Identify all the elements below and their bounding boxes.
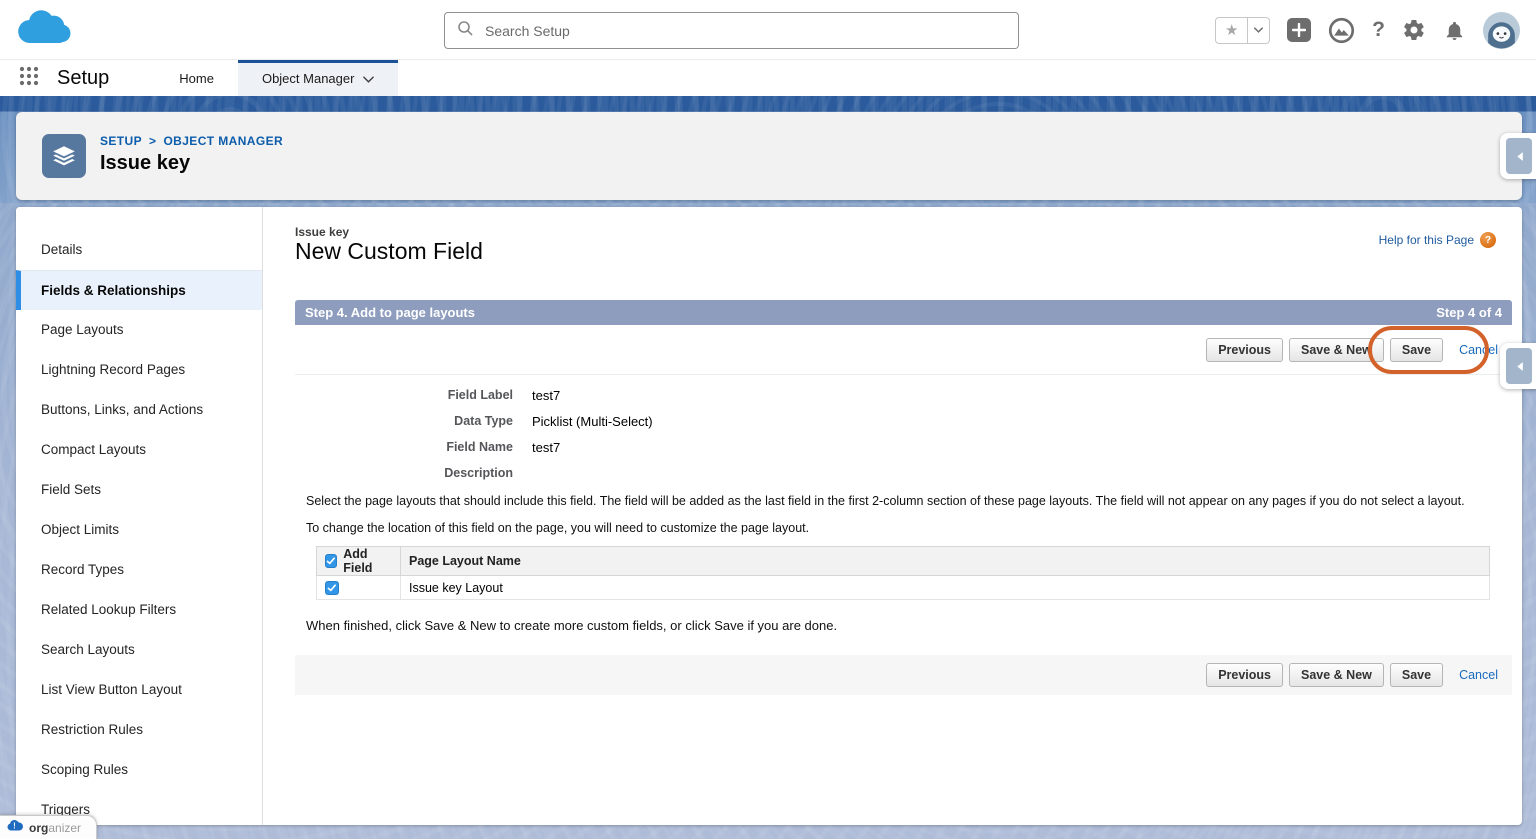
breadcrumb-setup-link[interactable]: SETUP	[100, 134, 142, 148]
object-sidebar: Details Fields & Relationships Page Layo…	[16, 207, 263, 825]
chevron-left-icon	[1506, 138, 1532, 174]
issue-key-layout-checkbox[interactable]	[325, 581, 339, 595]
field-name-label: Field Name	[295, 440, 513, 455]
help-page-link[interactable]: Help for this Page	[1379, 233, 1474, 247]
field-name-row: Field Name test7	[295, 440, 1512, 455]
breadcrumb-separator: >	[149, 134, 156, 148]
sidebar-item-list-view-button-layout[interactable]: List View Button Layout	[16, 670, 262, 710]
organizer-cloud-icon: !	[7, 819, 24, 837]
save-button-top[interactable]: Save	[1390, 338, 1443, 362]
side-panel-toggle-middle[interactable]	[1500, 343, 1536, 389]
cancel-link-bottom[interactable]: Cancel	[1459, 668, 1498, 682]
step-title: Step 4. Add to page layouts	[305, 305, 475, 320]
field-label-label: Field Label	[295, 388, 513, 403]
save-and-new-button-bottom[interactable]: Save & New	[1289, 663, 1384, 687]
data-type-value: Picklist (Multi-Select)	[532, 414, 653, 429]
page-layout-table-wrap: Add Field Page Layout Name Issue ke	[316, 546, 1490, 600]
organizer-label: organizer	[29, 821, 81, 835]
sidebar-item-details[interactable]: Details	[16, 230, 262, 270]
gear-icon[interactable]	[1402, 18, 1426, 42]
trailhead-icon[interactable]	[1328, 17, 1355, 44]
description-row: Description	[295, 466, 1512, 481]
help-icon[interactable]: ?	[1372, 18, 1385, 42]
sidebar-item-scoping-rules[interactable]: Scoping Rules	[16, 750, 262, 790]
field-name-value: test7	[532, 440, 560, 455]
favorites-star-icon[interactable]: ★	[1215, 17, 1248, 44]
tab-object-manager-label: Object Manager	[262, 71, 355, 86]
cancel-link-top[interactable]: Cancel	[1459, 343, 1498, 357]
data-type-label: Data Type	[295, 414, 513, 429]
context-object-label: Issue key	[279, 225, 349, 239]
breadcrumb-object-manager-link[interactable]: OBJECT MANAGER	[163, 134, 283, 148]
save-and-new-button-top[interactable]: Save & New	[1289, 338, 1384, 362]
favorites-control: ★	[1215, 17, 1270, 44]
select-all-layouts-checkbox[interactable]	[325, 554, 337, 568]
layout-instructions-1: Select the page layouts that should incl…	[306, 494, 1512, 508]
page-layout-name-column-header: Page Layout Name	[401, 547, 1490, 576]
object-header-card: SETUP > OBJECT MANAGER Issue key	[16, 112, 1522, 200]
chevron-left-icon	[1506, 348, 1532, 384]
add-field-column-header: Add Field	[343, 547, 392, 575]
favorites-dropdown-icon[interactable]	[1248, 17, 1270, 44]
tab-home-label: Home	[179, 71, 214, 86]
sidebar-item-compact-layouts[interactable]: Compact Layouts	[16, 430, 262, 470]
object-manager-panel: Details Fields & Relationships Page Layo…	[16, 207, 1522, 825]
search-icon	[457, 20, 473, 41]
organizer-extension-badge[interactable]: ! organizer	[0, 815, 97, 839]
step-indicator: Step 4 of 4	[1436, 305, 1502, 320]
save-button-bottom[interactable]: Save	[1390, 663, 1443, 687]
setup-nav-bar: Setup Home Object Manager	[0, 60, 1536, 96]
app-launcher-icon[interactable]	[17, 64, 41, 93]
sidebar-item-lightning-record-pages[interactable]: Lightning Record Pages	[16, 350, 262, 390]
svg-text:!: !	[13, 821, 16, 830]
description-label: Description	[295, 466, 513, 481]
sidebar-item-field-sets[interactable]: Field Sets	[16, 470, 262, 510]
sidebar-item-buttons-links-actions[interactable]: Buttons, Links, and Actions	[16, 390, 262, 430]
data-type-row: Data Type Picklist (Multi-Select)	[295, 414, 1512, 429]
chevron-down-icon	[363, 71, 374, 86]
breadcrumb: SETUP > OBJECT MANAGER	[100, 134, 283, 148]
search-input[interactable]	[485, 23, 1006, 39]
global-add-icon[interactable]	[1287, 18, 1311, 42]
global-header: ★ ?	[0, 0, 1536, 60]
help-for-this-page: Help for this Page ?	[1379, 232, 1496, 248]
tab-object-manager[interactable]: Object Manager	[238, 60, 399, 96]
sidebar-item-record-types[interactable]: Record Types	[16, 550, 262, 590]
object-layers-icon	[42, 134, 86, 178]
previous-button-bottom[interactable]: Previous	[1206, 663, 1283, 687]
sidebar-item-related-lookup-filters[interactable]: Related Lookup Filters	[16, 590, 262, 630]
wizard-step-header: Step 4. Add to page layouts Step 4 of 4	[295, 300, 1512, 325]
layout-instructions-2: To change the location of this field on …	[306, 521, 1512, 535]
when-finished-note: When finished, click Save & New to creat…	[306, 618, 1512, 633]
page-layout-table: Add Field Page Layout Name Issue ke	[316, 546, 1490, 600]
object-title: Issue key	[100, 152, 190, 175]
sidebar-item-page-layouts[interactable]: Page Layouts	[16, 310, 262, 350]
app-name-label: Setup	[57, 67, 109, 90]
layout-name-cell: Issue key Layout	[401, 576, 1490, 600]
field-label-value: test7	[532, 388, 560, 403]
new-field-wizard: Step 4. Add to page layouts Step 4 of 4 …	[279, 300, 1512, 695]
previous-button-top[interactable]: Previous	[1206, 338, 1283, 362]
page-title: New Custom Field	[295, 238, 483, 265]
top-actions-row: Previous Save & New Save Cancel	[295, 325, 1512, 375]
sidebar-item-search-layouts[interactable]: Search Layouts	[16, 630, 262, 670]
layout-table-row: Issue key Layout	[317, 576, 1490, 600]
salesforce-logo	[12, 6, 74, 55]
sidebar-item-fields-relationships[interactable]: Fields & Relationships	[16, 270, 262, 310]
tab-home[interactable]: Home	[155, 60, 238, 96]
global-search	[444, 12, 1019, 49]
sidebar-item-object-limits[interactable]: Object Limits	[16, 510, 262, 550]
help-question-icon[interactable]: ?	[1480, 232, 1496, 248]
header-actions: ★ ?	[1215, 0, 1520, 60]
field-label-row: Field Label test7	[295, 388, 1512, 403]
bottom-actions-row: Previous Save & New Save Cancel	[295, 655, 1512, 695]
sidebar-item-restriction-rules[interactable]: Restriction Rules	[16, 710, 262, 750]
notifications-bell-icon[interactable]	[1443, 19, 1466, 42]
side-panel-toggle-top[interactable]	[1500, 133, 1536, 179]
layout-table-header-row: Add Field Page Layout Name	[317, 547, 1490, 576]
field-summary: Field Label test7 Data Type Picklist (Mu…	[295, 388, 1512, 481]
user-avatar[interactable]	[1483, 12, 1520, 49]
